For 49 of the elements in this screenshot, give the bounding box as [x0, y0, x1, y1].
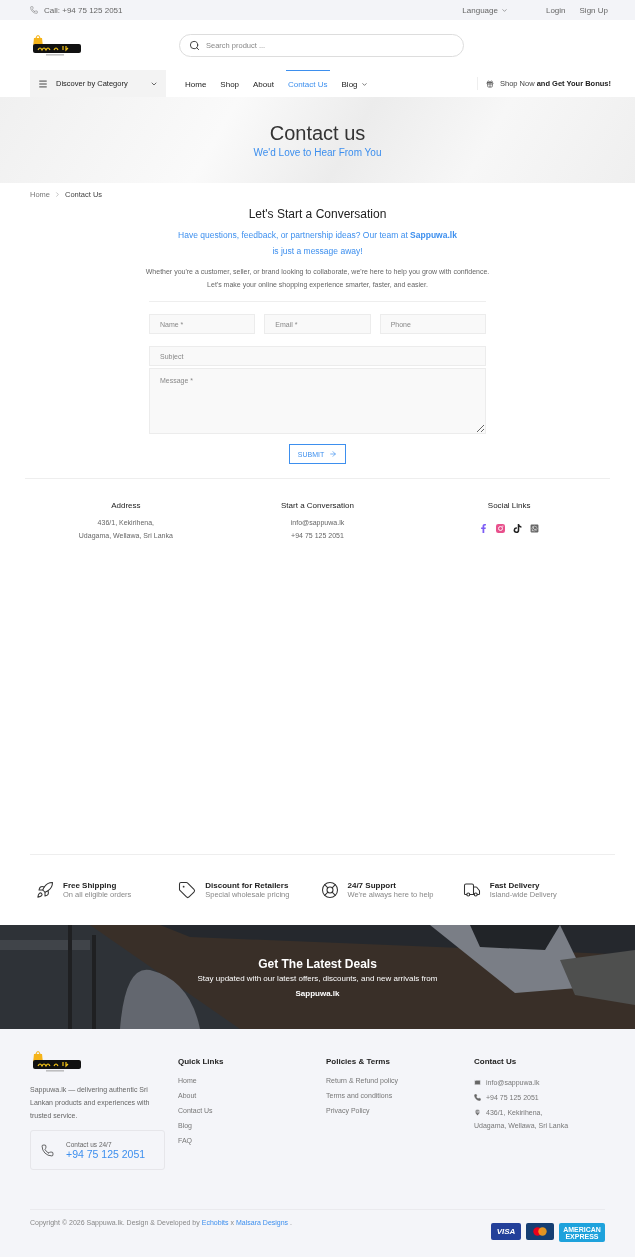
arrow-icon — [329, 450, 338, 458]
deals-text: Stay updated with our latest offers, discounts, and new arrivals from — [197, 973, 438, 983]
phone-icon — [30, 6, 38, 14]
phone-icon — [474, 1094, 481, 1101]
feature-title: Free Shipping — [63, 881, 118, 890]
tagline: Have questions, feedback, or partnership ideas? Our team at Sappuwa.lk — [178, 229, 457, 242]
instagram-icon[interactable] — [496, 524, 506, 533]
tiktok-icon[interactable] — [513, 524, 523, 533]
info-title: Social Links — [487, 501, 531, 510]
rocket-icon — [36, 881, 54, 899]
feature-title: 24/7 Support — [347, 881, 397, 890]
phone-icon — [41, 1143, 54, 1157]
nav-link[interactable]: About — [251, 70, 276, 97]
info-title: Address — [111, 501, 141, 510]
caret-icon — [500, 6, 508, 14]
language-selector[interactable]: Language — [462, 5, 508, 15]
chevron-icon — [54, 190, 61, 198]
section-heading: Let's Start a Conversation — [248, 207, 387, 221]
caret-icon — [360, 80, 368, 88]
footer-heading: Policies & Terms — [326, 1057, 391, 1066]
footer-heading: Quick Links — [178, 1057, 225, 1066]
deals-heading: Get The Latest Deals — [258, 956, 377, 971]
truck-icon — [462, 881, 481, 899]
menu-icon — [38, 78, 48, 89]
page-subtitle: We'd Love to Hear From You — [253, 147, 382, 158]
top-link[interactable]: Sign Up — [579, 5, 608, 15]
nav-link[interactable]: Shop — [218, 70, 242, 97]
footer-heading: Contact Us — [474, 1057, 518, 1066]
lifebuoy-icon — [320, 881, 339, 899]
deals-brand: Sappuwa.lk — [295, 988, 340, 998]
mail-icon — [474, 1079, 481, 1086]
page-title: Contact us — [269, 122, 366, 145]
contact-phone: +94 75 125 2051 — [66, 1147, 146, 1160]
nav-link[interactable]: Home — [183, 70, 209, 97]
mastercard-icon — [526, 1223, 554, 1240]
visa-card-icon: VISA — [491, 1223, 521, 1240]
nav-link[interactable]: Blog — [339, 70, 370, 97]
tagline: is just a message away! — [272, 245, 363, 258]
top-link[interactable]: Login — [545, 5, 566, 15]
feature-title: Discount for Retailers — [205, 881, 290, 890]
call-text: Call: +94 75 125 2051 — [44, 5, 123, 15]
tag-icon — [178, 881, 197, 899]
facebook-icon[interactable] — [479, 524, 489, 533]
feature-title: Fast Delivery — [489, 881, 541, 890]
map-pin-icon — [474, 1109, 481, 1116]
info-title: Start a Conversation — [281, 501, 354, 510]
search-icon — [189, 39, 200, 51]
gift-icon — [486, 79, 494, 88]
whatsapp-icon[interactable] — [530, 524, 540, 533]
